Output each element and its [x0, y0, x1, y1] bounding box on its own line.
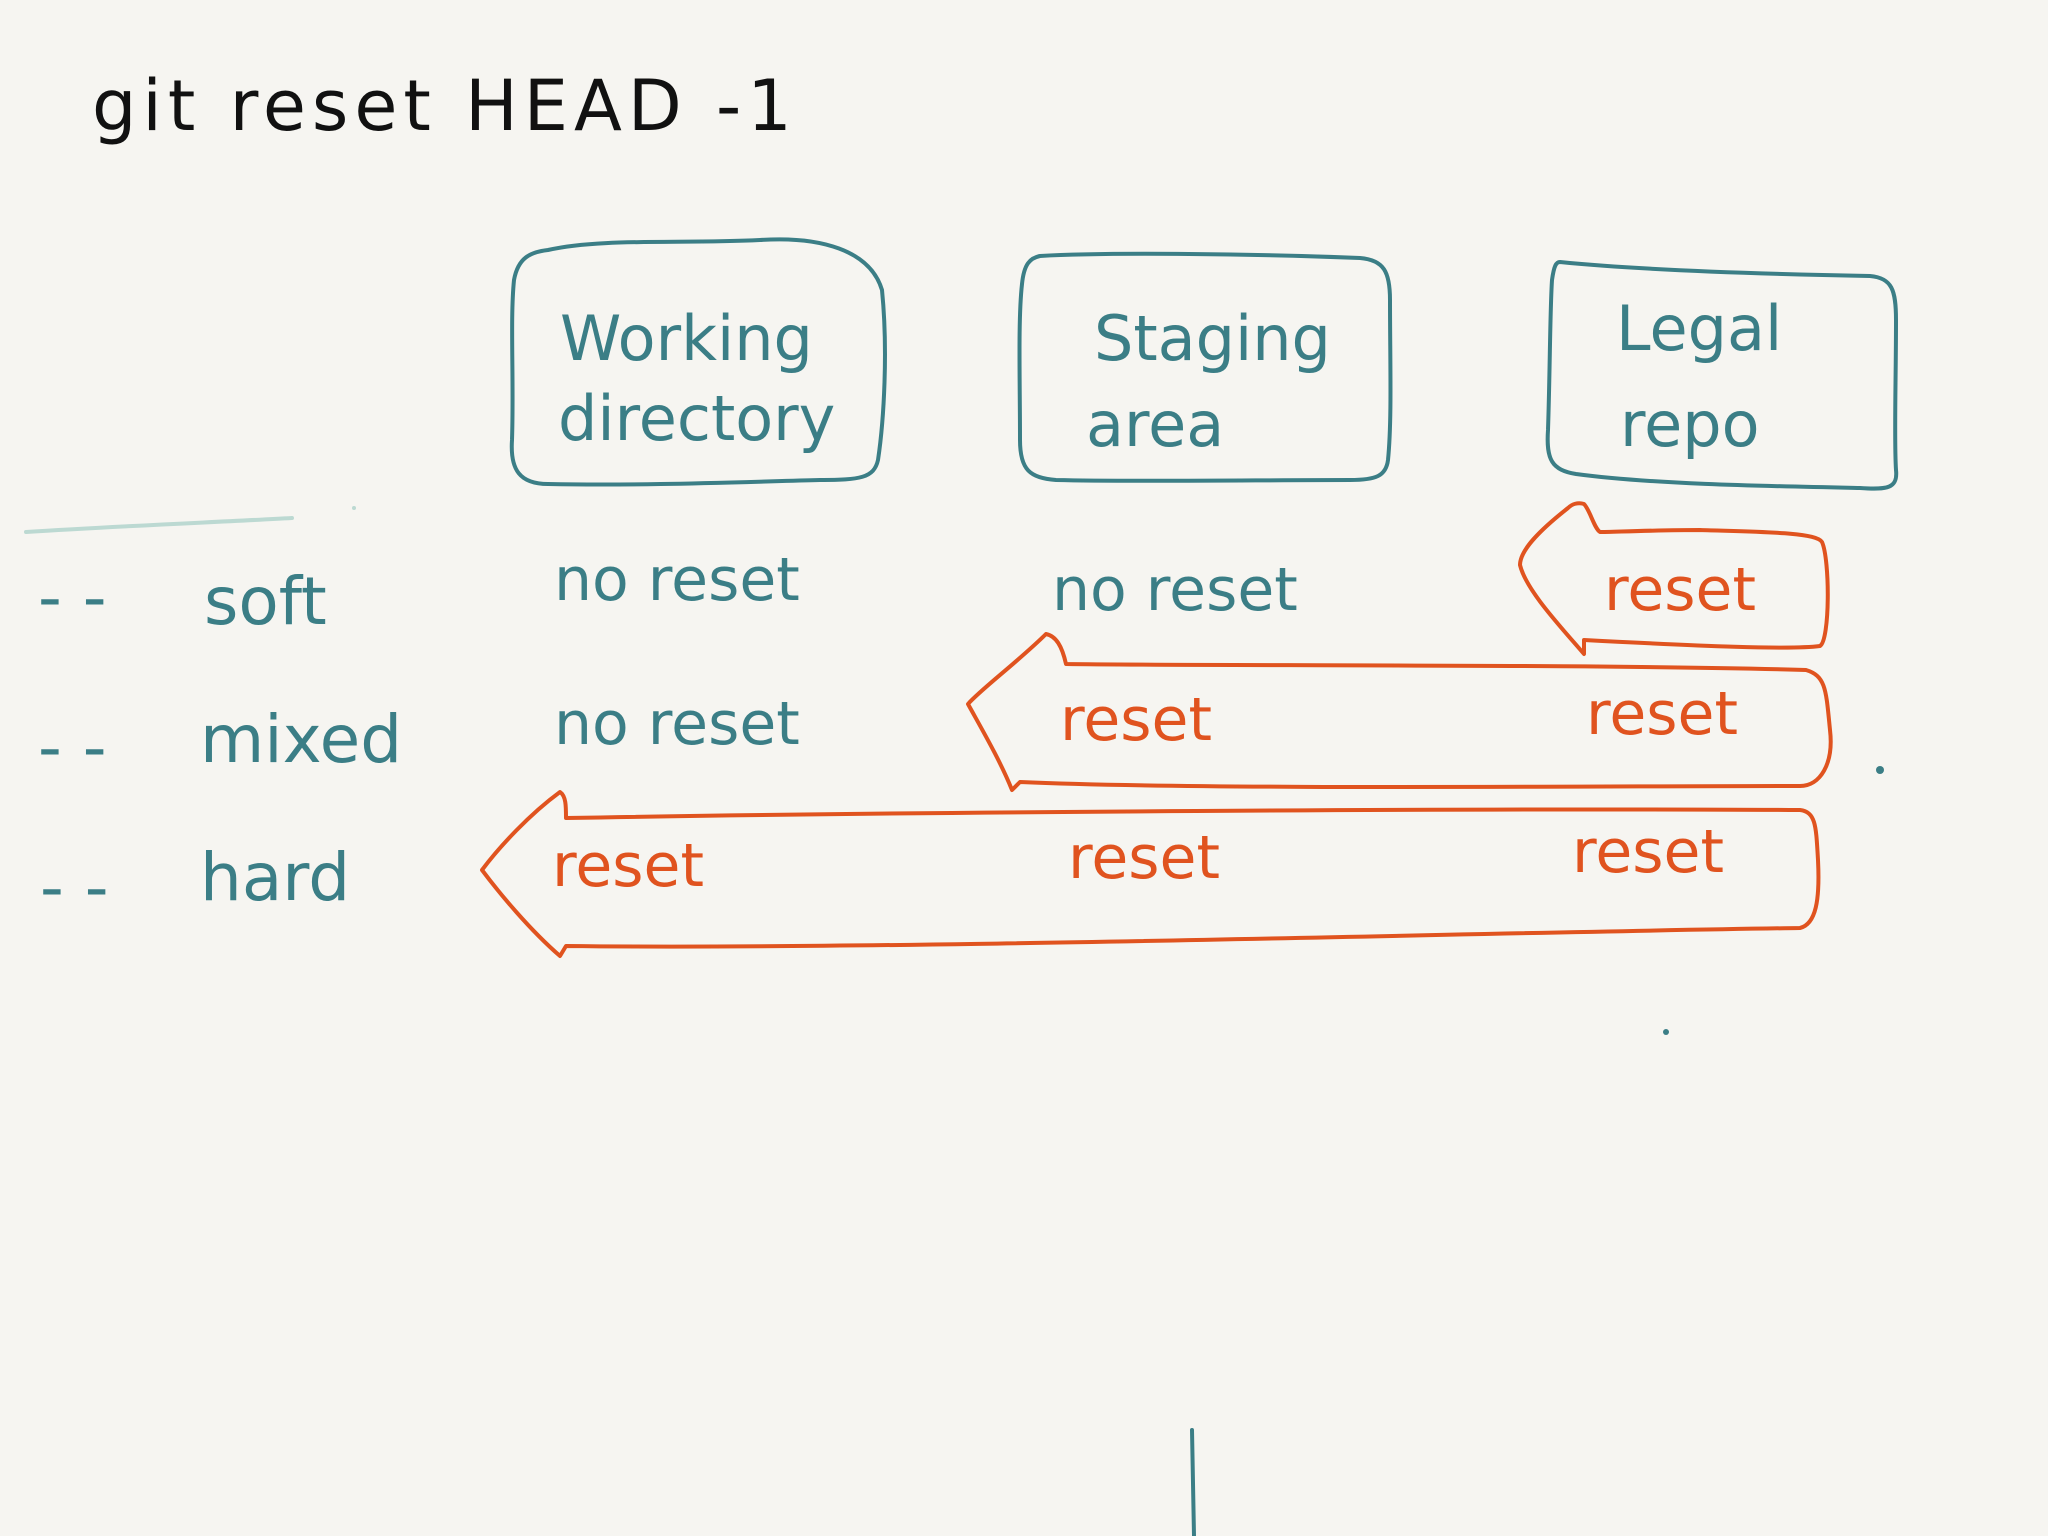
area-box-working-directory: Working directory [509, 237, 887, 487]
row-dash: - - [40, 849, 109, 926]
cell-mixed-working: no reset [554, 689, 800, 759]
row-dash: - - [38, 709, 107, 786]
cell-hard-staging: reset [1068, 823, 1220, 893]
stray-dot [352, 506, 356, 510]
row-hard: - - hard [40, 839, 350, 926]
area-box-legal-repo: Legal repo [1545, 260, 1899, 491]
row-mixed: - - mixed [38, 701, 402, 786]
cell-mixed-repo: reset [1586, 679, 1738, 749]
cell-soft-staging: no reset [1052, 555, 1298, 625]
cell-mixed-staging: reset [1060, 685, 1212, 755]
area-box-line1: Staging [1094, 302, 1331, 375]
area-box-line2: area [1086, 388, 1224, 461]
cell-soft-repo: reset [1604, 555, 1756, 625]
header-underline [24, 516, 294, 534]
row-label: hard [200, 839, 350, 916]
area-box-staging-area: Staging area [1017, 251, 1393, 483]
row-soft: - - soft [38, 559, 327, 640]
row-label: soft [204, 563, 327, 640]
cell-hard-working: reset [552, 831, 704, 901]
canvas: git reset HEAD -1 Working directory Stag… [0, 0, 2048, 1536]
stray-dot [1876, 766, 1884, 774]
stray-line [1190, 1428, 1196, 1536]
row-dash: - - [38, 559, 107, 636]
area-box-line2: directory [558, 382, 835, 455]
area-box-line1: Legal [1616, 292, 1782, 365]
diagram-title: git reset HEAD -1 [92, 65, 798, 147]
row-label: mixed [200, 701, 402, 778]
cell-hard-repo: reset [1572, 817, 1724, 887]
stray-dot [1663, 1029, 1669, 1035]
sketch-diagram: git reset HEAD -1 Working directory Stag… [24, 65, 1899, 1536]
area-box-line2: repo [1620, 388, 1760, 461]
cell-soft-working: no reset [554, 545, 800, 615]
area-box-line1: Working [560, 302, 813, 375]
